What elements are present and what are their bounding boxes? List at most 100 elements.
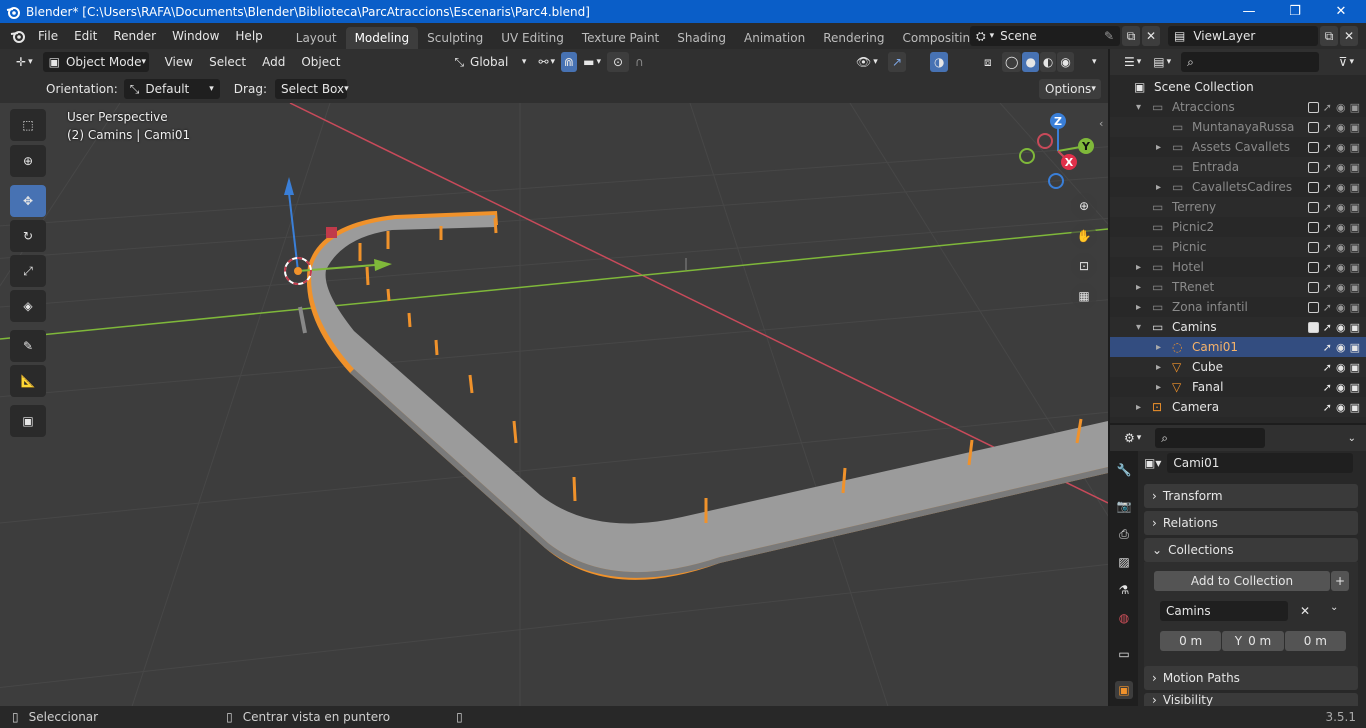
measure-tool[interactable]: 📐 — [10, 365, 46, 397]
falloff-button[interactable]: ∩ — [629, 52, 650, 72]
tab-sculpting[interactable]: Sculpting — [418, 27, 492, 49]
options-dropdown[interactable]: Options ▾ — [1039, 79, 1101, 99]
tab-uv-editing[interactable]: UV Editing — [492, 27, 573, 49]
menu-render[interactable]: Render — [105, 23, 164, 49]
render-camera-icon[interactable]: ▣ — [1350, 301, 1360, 314]
select-arrow-icon[interactable]: ➚ — [1323, 221, 1332, 234]
object-tab[interactable]: ▣ — [1115, 681, 1133, 699]
select-arrow-icon[interactable]: ➚ — [1323, 381, 1332, 394]
outliner-row-entrada[interactable]: ▭ Entrada ➚ ◉ ▣ — [1110, 157, 1366, 177]
eye-icon[interactable]: ◉ — [1336, 381, 1346, 394]
select-arrow-icon[interactable]: ➚ — [1323, 141, 1332, 154]
collection-menu-icon[interactable]: ⌄ — [1330, 602, 1338, 613]
exclude-checkbox[interactable] — [1307, 221, 1319, 233]
new-view-layer-button[interactable]: ⧉ — [1320, 26, 1338, 46]
snap-options-button[interactable]: ▬ ▾ — [577, 52, 607, 72]
select-arrow-icon[interactable]: ➚ — [1323, 101, 1332, 114]
ortho-toggle-button[interactable]: ▦ — [1071, 283, 1097, 309]
delete-view-layer-button[interactable]: ✕ — [1340, 26, 1358, 46]
outliner-row-camera[interactable]: ▸ ⊡ Camera ➚ ◉ ▣ — [1110, 397, 1366, 417]
exclude-checkbox[interactable] — [1307, 181, 1319, 193]
render-camera-icon[interactable]: ▣ — [1350, 321, 1360, 334]
chevron-right-icon[interactable]: ▸ — [1156, 342, 1161, 353]
maximize-button[interactable]: ❐ — [1272, 0, 1318, 23]
outliner-row-atraccions[interactable]: ▾ ▭ Atraccions ➚ ◉ ▣ — [1110, 97, 1366, 117]
render-camera-icon[interactable]: ▣ — [1350, 221, 1360, 234]
view-layer-selector[interactable]: ▤ ViewLayer — [1168, 26, 1318, 46]
scene-selector[interactable]: ⛭ ▾ Scene ✎ — [970, 26, 1120, 46]
visibility-selector[interactable]: 👁 ▾ — [850, 52, 884, 72]
outliner-row-trenet[interactable]: ▸ ▭ TRenet ➚ ◉ ▣ — [1110, 277, 1366, 297]
gizmo-toggle[interactable]: ↗ — [888, 52, 907, 72]
select-arrow-icon[interactable]: ➚ — [1323, 241, 1332, 254]
proportional-edit-toggle[interactable]: ⊙ — [606, 52, 630, 72]
navigation-gizmo[interactable]: Z Y X — [1018, 111, 1098, 191]
render-tab[interactable]: 📷 — [1115, 497, 1133, 515]
delete-scene-button[interactable]: ✕ — [1142, 26, 1160, 46]
chevron-right-icon[interactable]: ▸ — [1156, 142, 1161, 153]
scene-collection-row[interactable]: ▣ Scene Collection — [1110, 77, 1366, 97]
transform-panel[interactable]: › Transform — [1144, 484, 1358, 508]
exclude-checkbox[interactable] — [1307, 141, 1319, 153]
exclude-checkbox[interactable] — [1307, 121, 1319, 133]
select-arrow-icon[interactable]: ➚ — [1323, 321, 1332, 334]
scale-tool[interactable]: ⤢ — [10, 255, 46, 287]
exclude-checkbox[interactable] — [1307, 101, 1319, 113]
chevron-down-icon[interactable]: ⌄ — [1348, 433, 1356, 444]
orientation-dropdown[interactable]: ⤡ Default ▾ — [123, 79, 220, 99]
chevron-right-icon[interactable]: ▸ — [1136, 282, 1141, 293]
chevron-right-icon[interactable]: ▸ — [1156, 182, 1161, 193]
chevron-right-icon[interactable]: ▸ — [1136, 402, 1141, 413]
viewport-menu-add[interactable]: Add — [254, 49, 293, 75]
chevron-down-icon[interactable]: ▾ — [1136, 322, 1141, 333]
eye-icon[interactable]: ◉ — [1336, 261, 1346, 274]
3d-viewport[interactable]: User Perspective (2) Camins | Cami01 Z Y… — [0, 103, 1108, 706]
eye-icon[interactable]: ◉ — [1336, 121, 1346, 134]
motion-paths-panel[interactable]: › Motion Paths — [1144, 666, 1358, 690]
editor-type-button[interactable]: ✛ ▾ — [10, 52, 39, 72]
tab-layout[interactable]: Layout — [287, 27, 346, 49]
eye-icon[interactable]: ◉ — [1336, 301, 1346, 314]
tab-animation[interactable]: Animation — [735, 27, 814, 49]
select-arrow-icon[interactable]: ➚ — [1323, 181, 1332, 194]
offset-x-field[interactable]: 0 m — [1160, 631, 1222, 651]
render-camera-icon[interactable]: ▣ — [1350, 361, 1360, 374]
render-camera-icon[interactable]: ▣ — [1350, 141, 1360, 154]
render-camera-icon[interactable]: ▣ — [1350, 201, 1360, 214]
render-camera-icon[interactable]: ▣ — [1350, 381, 1360, 394]
properties-editor-type[interactable]: ⚙ ▾ — [1118, 428, 1147, 448]
exclude-checkbox[interactable] — [1307, 201, 1319, 213]
collection-name-field[interactable]: Camins — [1160, 601, 1288, 621]
annotate-tool[interactable]: ✎ — [10, 330, 46, 362]
transform-tool[interactable]: ◈ — [10, 290, 46, 322]
cursor-tool[interactable]: ⊕ — [10, 145, 46, 177]
transform-orientation-selector[interactable]: ⤡ Global ▾ — [448, 52, 532, 72]
outliner-row-picnic2[interactable]: ▭ Picnic2 ➚ ◉ ▣ — [1110, 217, 1366, 237]
tab-texture-paint[interactable]: Texture Paint — [573, 27, 668, 49]
render-camera-icon[interactable]: ▣ — [1350, 261, 1360, 274]
pivot-point-button[interactable]: ⚯ ▾ — [532, 52, 561, 72]
snap-toggle[interactable]: ⋒ — [561, 52, 578, 72]
chevron-right-icon[interactable]: ▸ — [1136, 302, 1141, 313]
outliner-row-cube[interactable]: ▸ ▽ Cube ➚ ◉ ▣ — [1110, 357, 1366, 377]
xray-toggle[interactable]: ⧈ — [978, 52, 998, 72]
viewport-menu-select[interactable]: Select — [201, 49, 254, 75]
properties-search-input[interactable]: ⌕ — [1155, 428, 1266, 448]
outliner-editor-type[interactable]: ☰ ▾ — [1118, 52, 1147, 72]
select-arrow-icon[interactable]: ➚ — [1323, 281, 1332, 294]
blender-menu-icon[interactable] — [10, 28, 26, 44]
eye-icon[interactable]: ◉ — [1336, 281, 1346, 294]
filter-button[interactable]: ⊽ ▾ — [1333, 52, 1360, 72]
tab-modeling[interactable]: Modeling — [345, 27, 419, 49]
outliner-row-terreny[interactable]: ▭ Terreny ➚ ◉ ▣ — [1110, 197, 1366, 217]
rendered-shading-button[interactable]: ◉ — [1057, 52, 1074, 72]
render-camera-icon[interactable]: ▣ — [1350, 161, 1360, 174]
render-camera-icon[interactable]: ▣ — [1350, 101, 1360, 114]
menu-window[interactable]: Window — [164, 23, 227, 49]
outliner-row-camins[interactable]: ▾ ▭ Camins ➚ ◉ ▣ — [1110, 317, 1366, 337]
mode-selector[interactable]: ▣ Object Mode ▾ — [42, 52, 149, 72]
collections-panel[interactable]: ⌄ Collections — [1144, 538, 1358, 562]
remove-collection-icon[interactable]: ✕ — [1300, 604, 1310, 618]
select-arrow-icon[interactable]: ➚ — [1323, 301, 1332, 314]
render-camera-icon[interactable]: ▣ — [1350, 341, 1360, 354]
